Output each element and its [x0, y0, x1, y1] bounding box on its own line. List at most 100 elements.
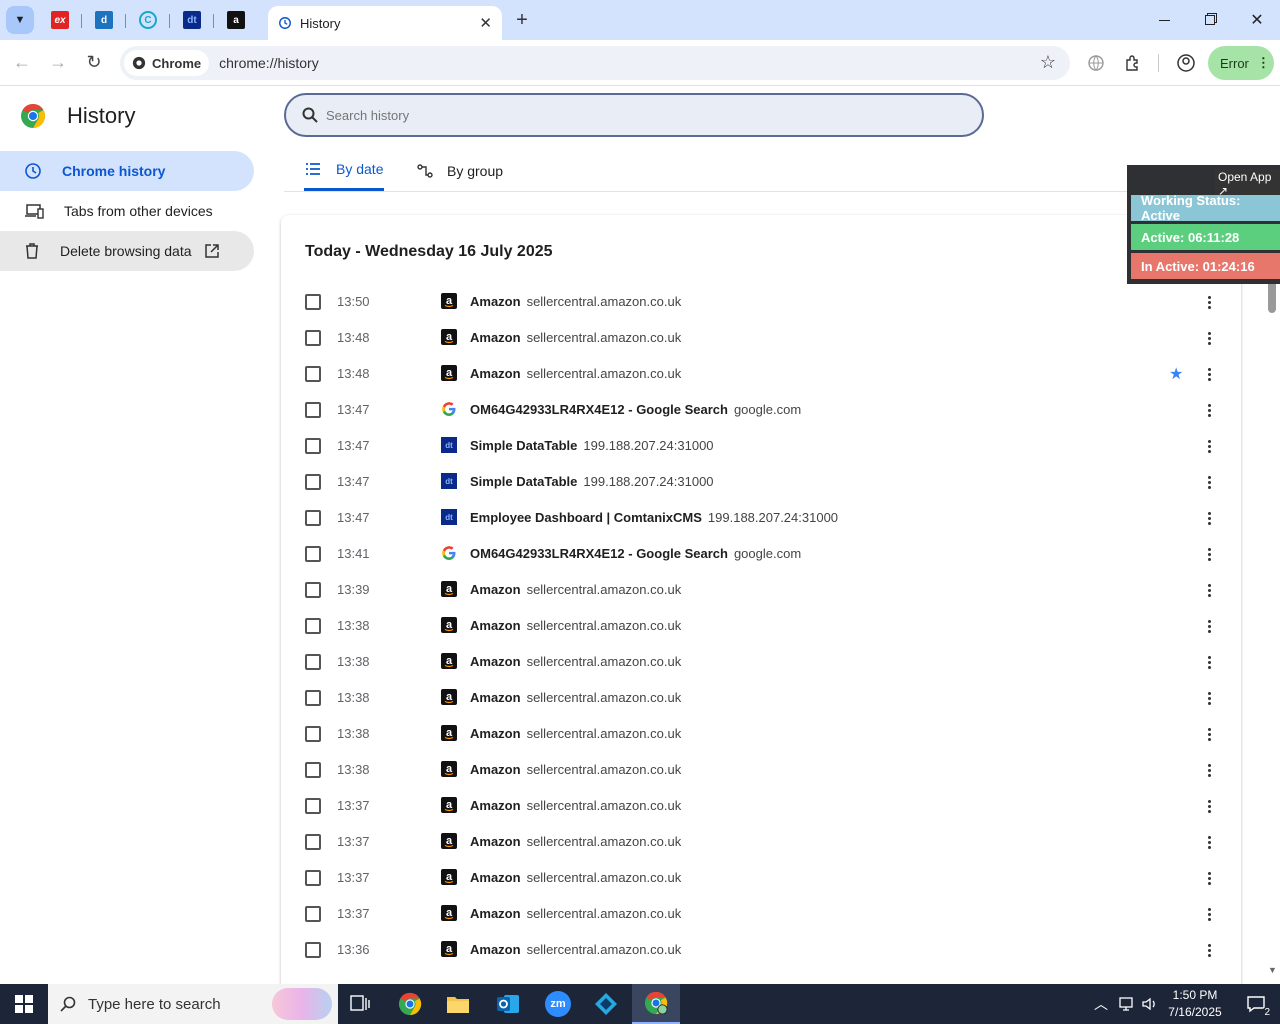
row-link[interactable]: Amazon sellercentral.amazon.co.uk [470, 762, 681, 777]
row-link[interactable]: Amazon sellercentral.amazon.co.uk [470, 690, 681, 705]
row-link[interactable]: Simple DataTable 199.188.207.24:31000 [470, 474, 714, 489]
row-link[interactable]: Amazon sellercentral.amazon.co.uk [470, 654, 681, 669]
row-link[interactable]: Amazon sellercentral.amazon.co.uk [470, 618, 681, 633]
row-checkbox[interactable] [305, 582, 321, 598]
row-checkbox[interactable] [305, 834, 321, 850]
tab-by-date[interactable]: By date [304, 150, 384, 191]
history-row[interactable]: 13:38 a Amazon sellercentral.amazon.co.uk [281, 644, 1241, 680]
pinned-tab[interactable]: d [82, 4, 126, 36]
network-icon[interactable] [1118, 996, 1136, 1012]
omnibox[interactable]: Chrome chrome://history ☆ [120, 46, 1070, 80]
row-link[interactable]: Amazon sellercentral.amazon.co.uk [470, 834, 681, 849]
row-menu-button[interactable] [1203, 940, 1215, 960]
row-menu-button[interactable] [1203, 328, 1215, 348]
history-row[interactable]: 13:37 a Amazon sellercentral.amazon.co.uk [281, 896, 1241, 932]
scroll-down-icon[interactable]: ▼ [1268, 965, 1277, 975]
pinned-tab[interactable]: a [214, 4, 258, 36]
row-checkbox[interactable] [305, 870, 321, 886]
row-checkbox[interactable] [305, 474, 321, 490]
row-link[interactable]: OM64G42933LR4RX4E12 - Google Search googl… [470, 402, 801, 417]
row-link[interactable]: Simple DataTable 199.188.207.24:31000 [470, 438, 714, 453]
row-link[interactable]: Amazon sellercentral.amazon.co.uk [470, 582, 681, 597]
taskbar-chrome[interactable] [386, 984, 434, 1024]
history-row[interactable]: 13:48 a Amazon sellercentral.amazon.co.uk ★ [281, 356, 1241, 392]
row-menu-button[interactable] [1203, 508, 1215, 528]
history-row[interactable]: 13:38 a Amazon sellercentral.amazon.co.uk [281, 680, 1241, 716]
row-menu-button[interactable] [1203, 544, 1215, 564]
site-info-chip[interactable]: Chrome [124, 50, 210, 76]
history-row[interactable]: 13:47 OM64G42933LR4RX4E12 - Google Search… [281, 392, 1241, 428]
row-link[interactable]: Amazon sellercentral.amazon.co.uk [470, 798, 681, 813]
row-link[interactable]: Employee Dashboard | ComtanixCMS 199.188.… [470, 510, 838, 525]
row-menu-button[interactable] [1203, 400, 1215, 420]
row-menu-button[interactable] [1203, 616, 1215, 636]
tab-search-button[interactable]: ▼ [6, 6, 34, 34]
row-checkbox[interactable] [305, 510, 321, 526]
history-row[interactable]: 13:37 a Amazon sellercentral.amazon.co.uk [281, 860, 1241, 896]
system-clock[interactable]: 1:50 PM 7/16/2025 [1160, 987, 1230, 1021]
forward-button[interactable]: → [40, 45, 76, 81]
row-checkbox[interactable] [305, 654, 321, 670]
row-checkbox[interactable] [305, 762, 321, 778]
row-menu-button[interactable] [1203, 868, 1215, 888]
start-button[interactable] [0, 984, 48, 1024]
row-menu-button[interactable] [1203, 292, 1215, 312]
taskbar-outlook[interactable] [484, 984, 532, 1024]
history-row[interactable]: 13:48 a Amazon sellercentral.amazon.co.uk [281, 320, 1241, 356]
close-window-button[interactable]: ✕ [1234, 0, 1280, 40]
chevron-up-icon[interactable]: ︿ [1094, 994, 1108, 1014]
row-menu-button[interactable] [1203, 472, 1215, 492]
search-input[interactable] [326, 107, 926, 123]
notification-center-button[interactable]: 2 [1232, 984, 1280, 1024]
new-tab-button[interactable]: + [510, 8, 534, 32]
pinned-tab[interactable]: ex [38, 4, 82, 36]
sidebar-item-delete-browsing-data[interactable]: Delete browsing data [0, 231, 254, 271]
search-history-box[interactable] [284, 93, 984, 137]
close-tab-icon[interactable]: ✕ [479, 14, 492, 32]
row-checkbox[interactable] [305, 942, 321, 958]
row-checkbox[interactable] [305, 906, 321, 922]
history-row[interactable]: 13:37 a Amazon sellercentral.amazon.co.uk [281, 788, 1241, 824]
row-menu-button[interactable] [1203, 832, 1215, 852]
row-link[interactable]: Amazon sellercentral.amazon.co.uk [470, 870, 681, 885]
sidebar-item-chrome-history[interactable]: Chrome history [0, 151, 254, 191]
row-checkbox[interactable] [305, 438, 321, 454]
restore-button[interactable] [1187, 0, 1233, 40]
volume-icon[interactable] [1142, 996, 1158, 1012]
history-row[interactable]: 13:38 a Amazon sellercentral.amazon.co.uk [281, 716, 1241, 752]
row-menu-button[interactable] [1203, 436, 1215, 456]
history-row[interactable]: 13:47 dt Employee Dashboard | ComtanixCMS 1… [281, 500, 1241, 536]
row-menu-button[interactable] [1203, 580, 1215, 600]
row-checkbox[interactable] [305, 546, 321, 562]
history-row[interactable]: 13:36 a Amazon sellercentral.amazon.co.uk [281, 932, 1241, 968]
row-checkbox[interactable] [305, 330, 321, 346]
history-row[interactable]: 13:38 a Amazon sellercentral.amazon.co.uk [281, 752, 1241, 788]
extensions-icon[interactable] [1121, 51, 1145, 75]
taskbar-file-explorer[interactable] [434, 984, 482, 1024]
row-link[interactable]: Amazon sellercentral.amazon.co.uk [470, 942, 681, 957]
scrollbar[interactable]: ▼ [1266, 195, 1278, 980]
task-view-button[interactable] [336, 984, 384, 1024]
profile-icon[interactable] [1174, 51, 1198, 75]
history-row[interactable]: 13:39 a Amazon sellercentral.amazon.co.uk [281, 572, 1241, 608]
row-link[interactable]: Amazon sellercentral.amazon.co.uk [470, 366, 681, 381]
row-checkbox[interactable] [305, 726, 321, 742]
taskbar-chrome-active[interactable] [632, 984, 680, 1024]
row-checkbox[interactable] [305, 690, 321, 706]
row-link[interactable]: Amazon sellercentral.amazon.co.uk [470, 726, 681, 741]
minimize-button[interactable] [1141, 0, 1187, 40]
history-row[interactable]: 13:41 OM64G42933LR4RX4E12 - Google Search… [281, 536, 1241, 572]
back-button[interactable]: ← [4, 45, 40, 81]
row-checkbox[interactable] [305, 294, 321, 310]
row-link[interactable]: Amazon sellercentral.amazon.co.uk [470, 330, 681, 345]
row-checkbox[interactable] [305, 366, 321, 382]
translate-icon[interactable] [1084, 51, 1108, 75]
profile-error-button[interactable]: Error ⋮ [1208, 46, 1274, 80]
history-row[interactable]: 13:47 dt Simple DataTable 199.188.207.24:31… [281, 428, 1241, 464]
row-menu-button[interactable] [1203, 364, 1215, 384]
sidebar-item-other-devices[interactable]: Tabs from other devices [0, 191, 254, 231]
row-menu-button[interactable] [1203, 760, 1215, 780]
tab-history[interactable]: History ✕ [268, 6, 502, 40]
row-link[interactable]: Amazon sellercentral.amazon.co.uk [470, 294, 681, 309]
row-checkbox[interactable] [305, 618, 321, 634]
